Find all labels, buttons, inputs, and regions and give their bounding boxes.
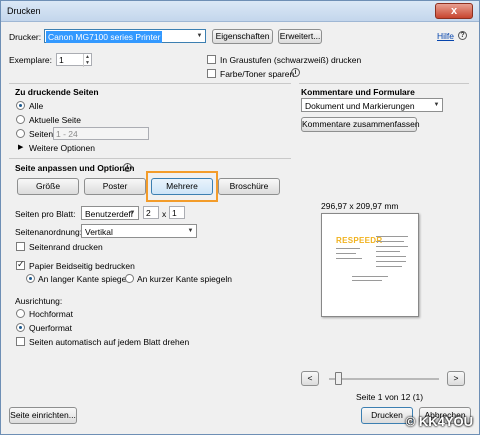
- radio-pages[interactable]: [16, 129, 25, 138]
- long-edge-label: An langer Kante spiegeln: [38, 274, 133, 284]
- print-border-label: Seitenrand drucken: [29, 242, 103, 252]
- radio-landscape[interactable]: [16, 323, 25, 332]
- page-preview: RESPEEDR: [321, 213, 419, 317]
- preview-dimensions: 296,97 x 209,97 mm: [321, 201, 399, 211]
- duplex-label: Papier Beidseitig bedrucken: [29, 261, 135, 271]
- page-order-select[interactable]: Vertikal ▼: [81, 224, 197, 238]
- radio-all-label: Alle: [29, 101, 44, 111]
- comments-heading: Kommentare und Formulare: [301, 87, 415, 97]
- properties-button[interactable]: Eigenschaften: [212, 29, 273, 44]
- comments-select[interactable]: Dokument und Markierungen ▼: [301, 98, 443, 112]
- short-edge-label: An kurzer Kante spiegeln: [137, 274, 232, 284]
- pages-per-sheet-label: Seiten pro Blatt:: [15, 209, 76, 219]
- copies-spinner-icon[interactable]: ▲ ▼: [83, 54, 91, 67]
- text-line: [376, 246, 408, 247]
- pages-per-sheet-select[interactable]: Benutzerdefi ▼: [81, 206, 139, 220]
- help-link[interactable]: Hilfe: [437, 31, 454, 41]
- radio-long-edge[interactable]: [26, 274, 35, 283]
- chevron-down-icon: ▼: [187, 228, 194, 234]
- landscape-label: Querformat: [29, 323, 72, 333]
- save-ink-label: Farbe/Toner sparen: [220, 69, 295, 79]
- text-line: [376, 241, 404, 242]
- text-line: [376, 251, 400, 252]
- highlight-box: [146, 171, 218, 202]
- auto-rotate-label: Seiten automatisch auf jedem Blatt drehe…: [29, 337, 190, 347]
- printer-select[interactable]: Canon MG7100 series Printer ▼: [44, 29, 206, 43]
- page-slider-thumb[interactable]: [335, 372, 342, 385]
- grid-rows-value: 1: [172, 208, 177, 218]
- chevron-down-icon: ▼: [196, 33, 203, 39]
- printer-label: Drucker:: [9, 32, 42, 42]
- print-border-checkbox[interactable]: [16, 242, 25, 251]
- text-line: [336, 258, 362, 259]
- text-line: [336, 253, 356, 254]
- copies-value: 1: [59, 55, 64, 65]
- grayscale-label: In Graustufen (schwarzweiß) drucken: [220, 55, 362, 65]
- auto-rotate-checkbox[interactable]: [16, 337, 25, 346]
- comments-select-value: Dokument und Markierungen: [305, 101, 415, 111]
- tab-booklet[interactable]: Broschüre: [218, 178, 280, 195]
- pages-heading: Zu druckende Seiten: [15, 87, 99, 97]
- pages-per-sheet-value: Benutzerdefi: [85, 209, 133, 219]
- grid-cols-input[interactable]: 2: [143, 206, 159, 219]
- tab-size[interactable]: Größe: [17, 178, 79, 195]
- radio-current-page[interactable]: [16, 115, 25, 124]
- text-line: [376, 236, 408, 237]
- text-line: [376, 256, 406, 257]
- radio-short-edge[interactable]: [125, 274, 134, 283]
- orientation-heading: Ausrichtung:: [15, 296, 63, 306]
- page-order-label: Seitenanordnung:: [15, 227, 83, 237]
- grid-rows-input[interactable]: 1: [169, 206, 185, 219]
- prev-page-button[interactable]: <: [301, 371, 319, 386]
- page-range-placeholder: 1 - 24: [56, 129, 78, 139]
- print-dialog: Drucken x Drucker: Canon MG7100 series P…: [0, 0, 480, 435]
- divider: [9, 158, 291, 159]
- printer-select-value: Canon MG7100 series Printer: [46, 31, 163, 43]
- grayscale-checkbox[interactable]: [207, 55, 216, 64]
- radio-portrait[interactable]: [16, 309, 25, 318]
- save-ink-info-icon[interactable]: i: [291, 68, 300, 77]
- divider: [299, 83, 469, 84]
- text-line: [336, 248, 360, 249]
- radio-current-page-label: Aktuelle Seite: [29, 115, 81, 125]
- portrait-label: Hochformat: [29, 309, 73, 319]
- chevron-down-icon: ▼: [433, 102, 440, 108]
- text-line: [352, 280, 382, 281]
- title-bar: Drucken x: [1, 1, 479, 22]
- duplex-checkbox[interactable]: [16, 259, 25, 270]
- summarize-comments-button[interactable]: Kommentare zusammenfassen: [301, 117, 420, 132]
- tab-poster[interactable]: Poster: [84, 178, 146, 195]
- window-title: Drucken: [7, 6, 41, 16]
- page-range-input[interactable]: 1 - 24: [53, 127, 149, 140]
- text-line: [376, 261, 406, 262]
- copies-input[interactable]: 1 ▲ ▼: [56, 53, 92, 67]
- triangle-right-icon[interactable]: ▶: [18, 143, 23, 151]
- page-setup-button[interactable]: Seite einrichten...: [9, 407, 77, 424]
- chevron-down-icon: ▼: [129, 210, 136, 216]
- more-options-link[interactable]: Weitere Optionen: [29, 143, 95, 153]
- radio-pages-label: Seiten: [29, 129, 54, 139]
- text-line: [352, 276, 388, 277]
- page-info: Seite 1 von 12 (1): [356, 392, 424, 402]
- page-order-value: Vertikal: [85, 227, 113, 237]
- help-info-icon[interactable]: ?: [458, 31, 467, 40]
- sizing-heading: Seite anpassen und Optionen: [15, 163, 135, 173]
- next-page-button[interactable]: >: [447, 371, 465, 386]
- divider: [9, 83, 291, 84]
- close-button[interactable]: x: [435, 3, 473, 19]
- watermark: © KK4YOU: [405, 414, 473, 429]
- grid-x-label: x: [162, 209, 167, 219]
- advanced-button[interactable]: Erweitert...: [278, 29, 322, 44]
- text-line: [376, 266, 402, 267]
- save-ink-checkbox[interactable]: [207, 69, 216, 78]
- page-slider-track[interactable]: [329, 378, 439, 380]
- grid-cols-value: 2: [146, 208, 151, 218]
- copies-label: Exemplare:: [9, 55, 52, 65]
- radio-all[interactable]: [16, 101, 25, 110]
- sizing-info-icon[interactable]: i: [123, 163, 132, 172]
